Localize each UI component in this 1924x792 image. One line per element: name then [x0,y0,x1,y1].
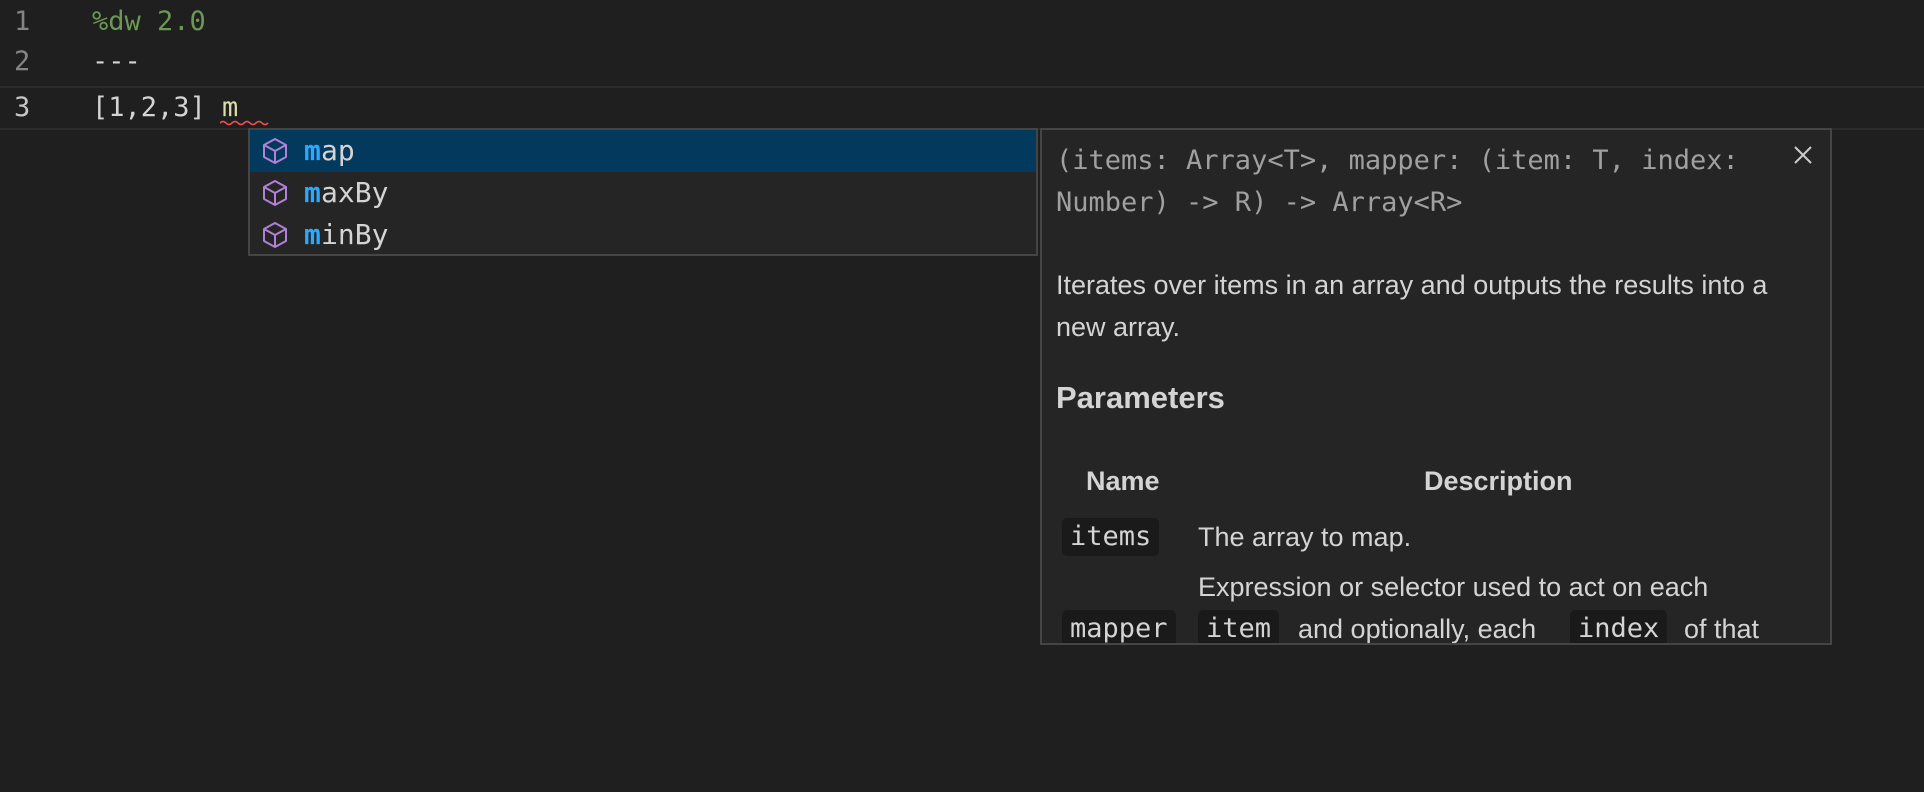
param-description-mid: and optionally, each [1298,614,1537,644]
line-code: %dw 2.0 [92,6,206,37]
array-literal: [1,2,3] [92,92,223,123]
typed-token: m [220,88,269,128]
line-code: --- [92,46,141,77]
line-number: 1 [14,6,31,37]
suggest-item-minby[interactable]: m inBy [250,214,1036,256]
suggest-rest-text: axBy [321,176,389,209]
line-number: 3 [14,92,31,123]
cube-icon [263,180,287,206]
parameters-heading: Parameters [1056,380,1225,415]
error-squiggle [220,120,269,126]
suggest-match-text: m [304,218,321,251]
param-code-index: index [1570,610,1668,643]
suggest-match-text: m [304,134,321,167]
suggest-widget[interactable]: m ap m axBy m inBy [248,128,1038,256]
editor-line-2[interactable]: 2 --- [0,40,1924,84]
param-description-line1: Expression or selector used to act on ea… [1198,572,1709,602]
code-editor[interactable]: 1 %dw 2.0 2 --- 3 [1,2,3] m m ap m axBy [0,0,1924,792]
typed-token-text: m [222,92,239,123]
param-name-mapper: mapper [1062,610,1176,643]
close-icon[interactable] [1790,142,1816,168]
suggest-rest-text: inBy [321,218,389,251]
editor-line-1[interactable]: 1 %dw 2.0 [0,0,1924,44]
editor-line-3[interactable]: 3 [1,2,3] m [0,86,1924,130]
function-description: Iterates over items in an array and outp… [1056,270,1768,342]
suggest-details-panel[interactable]: (items: Array<T>, mapper: (item: T, inde… [1040,128,1832,645]
param-description: The array to map. [1198,522,1412,552]
line-number: 2 [14,46,31,77]
cube-icon [263,138,287,164]
table-header-description: Description [1424,466,1573,496]
param-code-item: item [1198,610,1280,643]
suggest-item-maxby[interactable]: m axBy [250,172,1036,214]
param-name-items: items [1062,518,1160,556]
suggest-item-map[interactable]: m ap [250,130,1036,172]
table-header-name: Name [1086,466,1160,496]
function-signature: (items: Array<T>, mapper: (item: T, inde… [1056,145,1739,218]
suggest-match-text: m [304,176,321,209]
cube-icon [263,222,287,248]
param-description-tail: of that [1684,614,1760,644]
suggest-rest-text: ap [321,134,355,167]
line-code: [1,2,3] m [92,88,269,128]
